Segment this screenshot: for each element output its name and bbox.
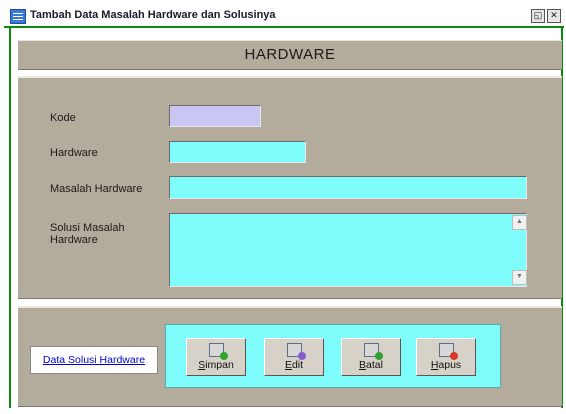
hapus-label: apus [438, 359, 462, 371]
edit-hotkey: E [284, 359, 292, 371]
data-solusi-hardware-link[interactable]: Data Solusi Hardware [31, 354, 157, 366]
header-panel: HARDWARE [18, 40, 562, 70]
restore-icon[interactable]: ◱ [531, 9, 545, 23]
simpan-label: impan [205, 359, 234, 371]
app-window: Tambah Data Masalah Hardware dan Solusin… [0, 0, 566, 414]
edit-button[interactable]: Edit [264, 338, 324, 376]
solusi-masalah-label: Solusi Masalah Hardware [50, 222, 125, 246]
simpan-button[interactable]: Simpan [186, 338, 246, 376]
close-icon[interactable]: ✕ [547, 9, 561, 23]
scroll-down-icon[interactable]: ▼ [512, 270, 527, 285]
batal-hotkey: B [359, 359, 367, 371]
edit-pencil-icon [287, 343, 302, 357]
edit-label: dit [291, 359, 304, 371]
save-disk-icon [209, 343, 228, 360]
window-title: Tambah Data Masalah Hardware dan Solusin… [30, 9, 276, 21]
batal-label: atal [366, 359, 383, 371]
page-title: HARDWARE [244, 46, 336, 63]
masalah-hardware-input[interactable] [169, 176, 527, 199]
hapus-button[interactable]: Hapus [416, 338, 476, 376]
hardware-input[interactable] [169, 141, 306, 163]
button-group: Simpan Edit Batal Hapus [165, 324, 501, 388]
solusi-masalah-textarea[interactable]: ▲ ▼ [169, 213, 527, 287]
form-panel: Kode Hardware Masalah Hardware Solusi Ma… [18, 76, 562, 299]
window-icon [10, 9, 26, 24]
kode-label: Kode [50, 112, 76, 124]
delete-icon [439, 343, 458, 360]
title-bar[interactable]: Tambah Data Masalah Hardware dan Solusin… [4, 6, 564, 28]
frame-border-left [9, 28, 11, 408]
textarea-scrollbar[interactable]: ▲ ▼ [511, 214, 527, 286]
batal-button[interactable]: Batal [341, 338, 401, 376]
action-panel: Data Solusi Hardware Simpan Edit Batal H… [18, 306, 562, 407]
masalah-hardware-label: Masalah Hardware [50, 183, 143, 195]
hardware-label: Hardware [50, 147, 98, 159]
cancel-icon [364, 343, 383, 360]
kode-input[interactable] [169, 105, 261, 127]
data-solusi-link-box: Data Solusi Hardware [30, 346, 158, 374]
scroll-up-icon[interactable]: ▲ [512, 215, 527, 230]
